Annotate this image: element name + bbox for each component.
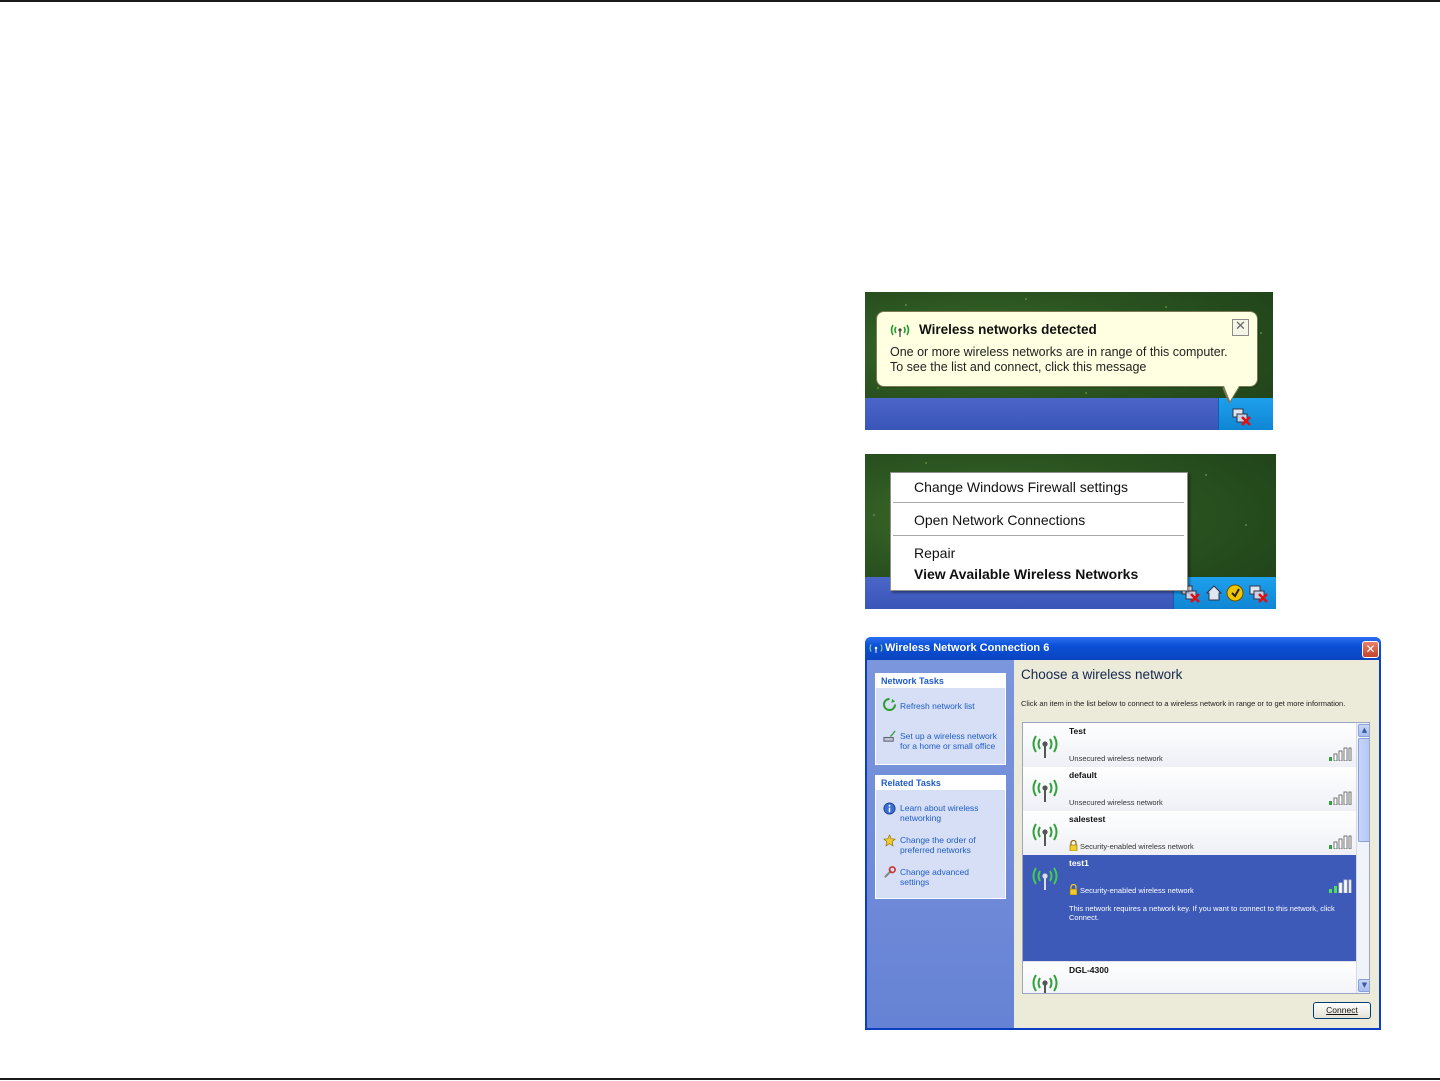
network-disconnected-icon[interactable] <box>1231 406 1251 426</box>
security-alert-icon[interactable] <box>1226 583 1246 603</box>
network-item-default[interactable]: default Unsecured wireless network <box>1023 767 1356 812</box>
task-pane: Network Tasks Refresh network list Set u… <box>867 660 1014 1028</box>
network-name: default <box>1069 770 1097 780</box>
wireless-antenna-icon <box>1032 867 1058 890</box>
network-key-message: This network requires a network key. If … <box>1069 904 1335 922</box>
related-tasks-header: Related Tasks <box>876 776 1005 790</box>
menu-item-open-network-connections[interactable]: Open Network Connections <box>914 512 1085 528</box>
close-icon[interactable]: ✕ <box>1232 319 1249 336</box>
balloon-message: One or more wireless networks are in ran… <box>890 345 1228 375</box>
signal-strength-icon <box>1329 835 1352 849</box>
info-icon <box>883 802 896 815</box>
tray-context-menu: Change Windows Firewall settings Open Ne… <box>890 472 1188 591</box>
menu-separator <box>893 535 1184 536</box>
network-chooser: Choose a wireless network Click an item … <box>1014 660 1379 1028</box>
wireless-setup-icon <box>883 730 896 742</box>
network-list-scrollbar[interactable]: ▲ ▼ <box>1356 723 1369 993</box>
wireless-signal-icon <box>869 644 883 653</box>
scroll-thumb[interactable] <box>1358 738 1369 842</box>
menu-item-view-available-wireless-networks[interactable]: View Available Wireless Networks <box>914 566 1138 582</box>
task-link-refresh[interactable]: Refresh network list <box>900 701 1002 711</box>
scroll-up-button[interactable]: ▲ <box>1358 724 1369 737</box>
wireless-connection-window: Wireless Network Connection 6 ✕ Network … <box>865 637 1381 1030</box>
connect-button[interactable]: Connect <box>1313 1002 1371 1019</box>
bottom-rule <box>0 1078 1440 1080</box>
network-item-salestest[interactable]: salestest Security-enabled wireless netw… <box>1023 811 1356 856</box>
balloon-title: Wireless networks detected <box>919 322 1097 337</box>
star-icon <box>883 834 896 847</box>
title-bar[interactable]: Wireless Network Connection 6 ✕ <box>865 637 1381 660</box>
context-menu-screenshot: Change Windows Firewall settings Open Ne… <box>865 454 1276 609</box>
network-item-dgl-4300[interactable]: DGL-4300 <box>1023 962 1356 993</box>
close-button[interactable]: ✕ <box>1362 641 1379 658</box>
network-name: Test <box>1069 726 1086 736</box>
network-item-test1[interactable]: test1 Security-enabled wireless network … <box>1023 855 1356 962</box>
wireless-antenna-icon <box>1032 779 1058 802</box>
system-tray <box>1173 577 1276 609</box>
task-link-change-order[interactable]: Change the order of preferred networks <box>900 835 1002 855</box>
network-security: Security-enabled wireless network <box>1080 842 1194 851</box>
refresh-icon <box>883 698 896 711</box>
wireless-antenna-icon <box>1032 974 1058 993</box>
scroll-down-button[interactable]: ▼ <box>1358 979 1369 992</box>
network-tasks-panel: Network Tasks Refresh network list Set u… <box>875 673 1006 765</box>
network-security: Security-enabled wireless network <box>1080 886 1194 895</box>
menu-item-repair[interactable]: Repair <box>914 545 955 561</box>
settings-icon <box>884 866 896 878</box>
wireless-signal-icon <box>890 324 910 337</box>
menu-separator <box>893 502 1184 503</box>
task-link-setup-wireless[interactable]: Set up a wireless network for a home or … <box>900 731 1002 751</box>
network-security: Unsecured wireless network <box>1069 798 1163 807</box>
signal-strength-icon <box>1329 879 1352 893</box>
related-tasks-panel: Related Tasks Learn about wireless netwo… <box>875 775 1006 899</box>
balloon-screenshot: Wireless networks detected ✕ One or more… <box>865 292 1273 430</box>
task-link-learn-wireless[interactable]: Learn about wireless networking <box>900 803 1002 823</box>
network-disconnected-icon[interactable] <box>1248 583 1268 603</box>
taskbar <box>865 398 1273 430</box>
balloon-line-2: To see the list and connect, click this … <box>890 360 1147 374</box>
notification-balloon[interactable]: Wireless networks detected ✕ One or more… <box>876 311 1258 387</box>
network-list: Test Unsecured wireless network default … <box>1022 722 1370 994</box>
page-title: Choose a wireless network <box>1021 667 1183 682</box>
network-name: salestest <box>1069 814 1106 824</box>
top-rule <box>0 0 1440 2</box>
signal-strength-icon <box>1329 791 1352 805</box>
network-security: Unsecured wireless network <box>1069 754 1163 763</box>
wireless-antenna-icon <box>1032 735 1058 758</box>
menu-item-firewall-settings[interactable]: Change Windows Firewall settings <box>914 479 1128 495</box>
network-item-test[interactable]: Test Unsecured wireless network <box>1023 723 1356 768</box>
balloon-line-1: One or more wireless networks are in ran… <box>890 345 1228 359</box>
lock-icon <box>1069 840 1078 851</box>
window-title: Wireless Network Connection 6 <box>885 642 1050 654</box>
network-name: DGL-4300 <box>1069 965 1109 975</box>
signal-strength-icon <box>1329 747 1352 761</box>
home-network-icon[interactable] <box>1204 583 1224 603</box>
network-name: test1 <box>1069 858 1089 868</box>
network-tasks-header: Network Tasks <box>876 674 1005 688</box>
wireless-antenna-icon <box>1032 823 1058 846</box>
task-link-advanced-settings[interactable]: Change advanced settings <box>900 867 1002 887</box>
instruction-text: Click an item in the list below to conne… <box>1021 699 1346 708</box>
lock-icon <box>1069 884 1078 895</box>
